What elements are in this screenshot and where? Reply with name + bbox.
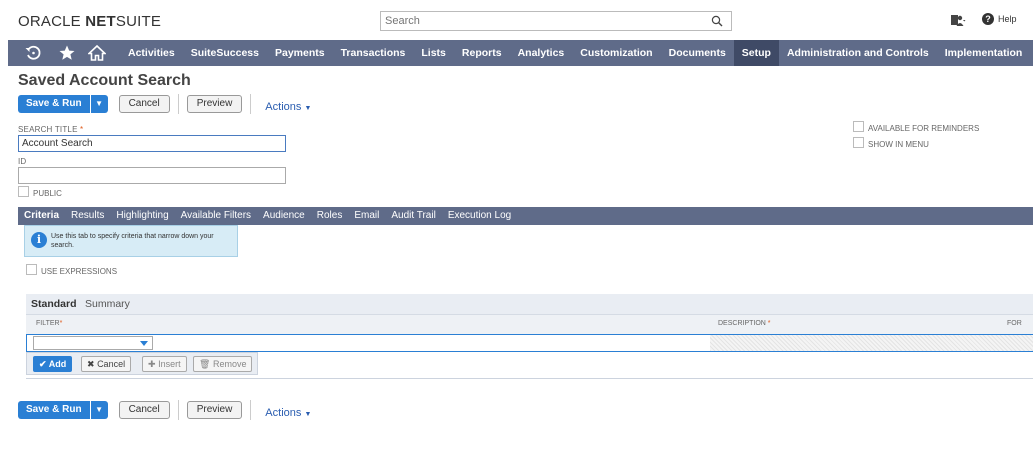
bottom-button-bar: Save & Run ▼ Cancel Preview Actions ▼ <box>18 400 311 420</box>
caret-down-icon: ▼ <box>304 411 312 418</box>
subtab-email[interactable]: Email <box>348 207 385 225</box>
actions-menu[interactable]: Actions ▼ <box>265 101 311 113</box>
divider <box>177 400 179 420</box>
help-icon: ? <box>982 13 994 25</box>
netsuite-logo[interactable]: ORACLE NETSUITE <box>18 13 161 30</box>
info-text: Use this tab to specify criteria that na… <box>51 233 214 249</box>
nav-item-transactions[interactable]: Transactions <box>333 40 414 66</box>
insert-row-button[interactable]: ✚ Insert <box>142 356 187 372</box>
chevron-down-icon[interactable]: ▼ <box>90 401 108 419</box>
divider <box>250 400 252 420</box>
cancel-button-bottom[interactable]: Cancel <box>118 401 170 419</box>
nav-item-payments[interactable]: Payments <box>267 40 333 66</box>
logo-suite-text: SUITE <box>115 13 162 30</box>
id-label: ID <box>18 157 27 166</box>
cancel-button[interactable]: Cancel <box>118 95 170 113</box>
save-run-button-bottom[interactable]: Save & Run ▼ <box>18 401 108 419</box>
public-label: PUBLIC <box>33 189 62 198</box>
subtab-roles[interactable]: Roles <box>311 207 349 225</box>
sublist-toolbar: ✔ Add ✖ Cancel ✚ Insert 🗑 Remove <box>26 352 258 375</box>
help-menu[interactable]: ? Help <box>982 13 1017 25</box>
tab-standard[interactable]: Standard <box>31 294 77 314</box>
recent-records-icon[interactable] <box>24 44 42 62</box>
criteria-sublist-tabs: Standard Summary <box>26 294 1033 314</box>
filter-column-header: FILTER* <box>36 320 63 327</box>
nav-item-customization[interactable]: Customization <box>572 40 660 66</box>
nav-item-implementation[interactable]: Implementation <box>937 40 1031 66</box>
global-search[interactable] <box>380 11 732 31</box>
nav-item-reports[interactable]: Reports <box>454 40 510 66</box>
public-checkbox[interactable] <box>18 186 29 197</box>
logo-oracle-text: ORACLE <box>18 13 81 30</box>
nav-item-suitesuccess[interactable]: SuiteSuccess <box>183 40 267 66</box>
nav-item-lists[interactable]: Lists <box>413 40 454 66</box>
home-icon[interactable] <box>88 44 106 62</box>
subtab-execution-log[interactable]: Execution Log <box>442 207 517 225</box>
actions-menu-bottom[interactable]: Actions ▼ <box>265 407 311 419</box>
filter-select[interactable] <box>33 336 153 350</box>
check-icon: ✔ <box>39 359 47 369</box>
save-run-label[interactable]: Save & Run <box>18 95 91 113</box>
reminders-label: AVAILABLE FOR REMINDERS <box>868 124 980 133</box>
criteria-edit-row[interactable] <box>26 334 1033 352</box>
id-input[interactable] <box>18 167 286 184</box>
user-role-icon[interactable] <box>950 13 966 27</box>
logo-net-text: NET <box>85 13 116 30</box>
tab-summary[interactable]: Summary <box>85 294 130 314</box>
add-row-button[interactable]: ✔ Add <box>33 356 73 372</box>
nav-item-setup[interactable]: Setup <box>733 40 779 66</box>
chevron-down-icon[interactable]: ▼ <box>90 95 108 113</box>
caret-down-icon: ▼ <box>304 105 312 112</box>
description-column-header: DESCRIPTION * <box>718 320 771 327</box>
actions-label: Actions <box>265 407 302 419</box>
subtab-criteria[interactable]: Criteria <box>18 207 65 225</box>
show-in-menu-checkbox[interactable] <box>853 137 864 148</box>
sublist-divider <box>26 378 1033 379</box>
trash-icon: 🗑 <box>199 359 211 369</box>
plus-icon: ✚ <box>148 359 156 369</box>
use-expressions-checkbox[interactable] <box>26 264 37 275</box>
close-icon: ✖ <box>87 359 95 369</box>
save-run-button[interactable]: Save & Run ▼ <box>18 95 108 113</box>
preview-button[interactable]: Preview <box>186 95 243 113</box>
formula-column-header: FOR <box>1007 320 1022 327</box>
nav-item-activities[interactable]: Activities <box>120 40 183 66</box>
subtab-available-filters[interactable]: Available Filters <box>175 207 257 225</box>
remove-row-button[interactable]: 🗑 Remove <box>193 356 253 372</box>
criteria-table-header: FILTER* DESCRIPTION * FOR <box>26 314 1033 334</box>
search-title-input[interactable] <box>18 135 286 152</box>
help-label: Help <box>998 14 1017 24</box>
divider <box>177 94 179 114</box>
main-navigation: Activities SuiteSuccess Payments Transactio… <box>8 40 1033 66</box>
nav-item-documents[interactable]: Documents <box>661 40 734 66</box>
description-cell-disabled <box>710 335 1033 351</box>
info-icon: i <box>31 232 47 248</box>
global-search-input[interactable] <box>381 12 701 30</box>
top-button-bar: Save & Run ▼ Cancel Preview Actions ▼ <box>18 94 311 114</box>
required-asterisk: * <box>80 125 84 134</box>
nav-item-analytics[interactable]: Analytics <box>510 40 573 66</box>
subtab-audience[interactable]: Audience <box>257 207 311 225</box>
subtab-highlighting[interactable]: Highlighting <box>110 207 174 225</box>
subtab-audit-trail[interactable]: Audit Trail <box>385 207 441 225</box>
nav-item-administration-and-controls[interactable]: Administration and Controls <box>779 40 937 66</box>
preview-button-bottom[interactable]: Preview <box>186 401 243 419</box>
chevron-down-icon <box>140 341 148 346</box>
actions-label: Actions <box>265 101 302 113</box>
header: ORACLE NETSUITE ? Help <box>0 0 1033 40</box>
show-in-menu-label: SHOW IN MENU <box>868 140 929 149</box>
use-expressions-label: USE EXPRESSIONS <box>41 267 118 276</box>
page-title: Saved Account Search <box>18 72 191 89</box>
search-title-label: SEARCH TITLE * <box>18 125 84 134</box>
save-run-label[interactable]: Save & Run <box>18 401 91 419</box>
divider <box>250 94 252 114</box>
star-icon[interactable] <box>58 44 76 62</box>
subtab-results[interactable]: Results <box>65 207 110 225</box>
subtab-bar: Criteria Results Highlighting Available Fil… <box>18 207 1033 225</box>
reminders-checkbox[interactable] <box>853 121 864 132</box>
info-tooltip: i Use this tab to specify criteria that … <box>24 225 238 257</box>
cancel-row-button[interactable]: ✖ Cancel <box>81 356 132 372</box>
search-icon[interactable] <box>711 15 723 27</box>
nav-items: Activities SuiteSuccess Payments Transactio… <box>120 40 1033 66</box>
